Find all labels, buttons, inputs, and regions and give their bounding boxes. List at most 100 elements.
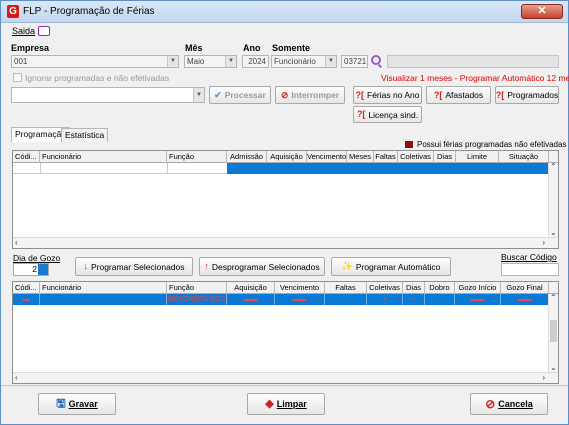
column-header[interactable]: Situação [499, 151, 549, 163]
limpar-button[interactable]: ◆ Limpar [247, 393, 325, 415]
top-grid[interactable]: Códi... Funcionário Função Admissão Aqui… [12, 150, 559, 249]
top-grid-hscroll[interactable]: ‹ › [13, 237, 558, 248]
column-header[interactable]: Códi... [13, 282, 40, 294]
column-header[interactable]: Aquisição [267, 151, 307, 163]
afastados-button[interactable]: ?[ Afastados [426, 86, 491, 104]
column-header[interactable]: Códi... [13, 151, 40, 163]
chevron-right-icon[interactable]: › [542, 373, 545, 383]
column-header[interactable]: Funcionário [40, 151, 167, 163]
programados-label: Programados [507, 90, 559, 100]
interromper-label: Interromper [291, 90, 340, 100]
chevron-down-icon: ▼ [193, 88, 204, 102]
bottom-grid[interactable]: Códi... Funcionário Função Aquisição Ven… [12, 281, 559, 384]
licenca-sind-label: Licença sind. [368, 109, 419, 120]
stop-icon: ⊘ [280, 89, 289, 100]
column-header[interactable]: Coletivas [367, 282, 403, 294]
column-header[interactable]: Dias [403, 282, 425, 294]
desprogramar-selecionados-button[interactable]: ↑ Desprogramar Selecionados [199, 257, 325, 276]
funcionario-code-field[interactable]: 03721 [341, 55, 368, 68]
dia-de-gozo-label: Dia de Gozo [13, 253, 61, 263]
chevron-down-icon: ▼ [167, 56, 178, 67]
chevron-left-icon[interactable]: ‹ [15, 373, 18, 383]
visualizar-note: Visualizar 1 meses - Programar Automátic… [381, 73, 569, 83]
mes-label: Mês [185, 43, 203, 53]
table-row-selected[interactable]: ▬ MOTORISTA ROD ▬▬ ▬▬ ▪ ▪ ▬▬ ▬▬ [13, 294, 549, 305]
legend-swatch [405, 141, 413, 148]
eraser-icon: ◆ [265, 397, 274, 410]
table-row-selected[interactable] [227, 163, 549, 174]
column-header[interactable]: Função [167, 282, 227, 294]
bottom-grid-vscroll[interactable]: ⌃ ⌄ [548, 293, 558, 372]
top-grid-vscroll[interactable]: ⌃ ⌄ [548, 162, 558, 237]
menu-saida[interactable]: Saida [12, 26, 35, 36]
dia-de-gozo-spinner[interactable]: 2 [13, 263, 49, 276]
chat-icon[interactable] [38, 26, 50, 36]
calendar-icon[interactable] [38, 264, 48, 275]
desprogramar-selecionados-label: Desprogramar Selecionados [211, 261, 320, 272]
somente-select[interactable]: Funcionário ▼ [271, 55, 337, 68]
buscar-codigo-input[interactable] [501, 263, 559, 276]
mes-value: Maio [187, 57, 205, 66]
query-icon: ?[ [495, 89, 505, 100]
programar-selecionados-label: Programar Selecionados [90, 261, 185, 272]
cell-gozo-final: ▬▬ [501, 294, 549, 305]
ignorar-label: Ignorar programadas e não efetivadas [25, 73, 170, 83]
column-header[interactable]: Gozo Início [455, 282, 501, 294]
column-header[interactable]: Vencimento [307, 151, 347, 163]
column-header[interactable]: Limite [456, 151, 499, 163]
column-header[interactable]: Função [167, 151, 227, 163]
close-button[interactable]: ✕ [521, 4, 563, 19]
empresa-value: 001 [14, 57, 28, 66]
column-header[interactable]: Faltas [374, 151, 398, 163]
chevron-left-icon[interactable]: ‹ [15, 238, 18, 248]
tab-estatistica[interactable]: Estatística [61, 128, 109, 142]
ferias-no-ano-button[interactable]: ?[ Férias no Ano [353, 86, 422, 104]
chevron-right-icon[interactable]: › [542, 238, 545, 248]
footer-divider [1, 385, 568, 386]
column-header[interactable]: Gozo Final [501, 282, 549, 294]
interromper-button[interactable]: ⊘ Interromper [275, 86, 345, 104]
cell-vencimento: ▬▬ [275, 294, 325, 305]
app-logo-icon: G [7, 5, 19, 18]
chevron-up-icon[interactable]: ⌃ [550, 162, 557, 172]
cell-dobro [425, 294, 455, 305]
check-icon: ✔ [214, 89, 222, 100]
scroll-thumb[interactable] [550, 320, 557, 342]
cell-faltas [325, 294, 367, 305]
query-icon: ?[ [356, 109, 366, 119]
column-header[interactable]: Admissão [227, 151, 267, 163]
cell-funcionario [40, 294, 167, 305]
column-header[interactable]: Dobro [425, 282, 455, 294]
save-icon: 🖫 [56, 397, 66, 410]
query-icon: ?[ [355, 89, 365, 100]
cancela-button[interactable]: ⊘ Cancela [470, 393, 548, 415]
column-header[interactable]: Funcionário [40, 282, 167, 294]
programados-button[interactable]: ?[ Programados [495, 86, 559, 104]
bottom-grid-hscroll[interactable]: ‹ › [13, 372, 558, 383]
ano-field[interactable]: 2024 [242, 55, 269, 68]
column-header[interactable]: Aquisição [227, 282, 275, 294]
licenca-sind-button[interactable]: ?[ Licença sind. [353, 106, 422, 123]
column-header[interactable]: Dias [434, 151, 456, 163]
limpar-label: Limpar [276, 399, 307, 409]
chevron-up-icon[interactable]: ⌃ [550, 293, 557, 303]
column-header[interactable]: Coletivas [398, 151, 434, 163]
gravar-label: Gravar [68, 399, 98, 409]
mes-select[interactable]: Maio ▼ [184, 55, 237, 68]
cell-gozo-inicio: ▬▬ [455, 294, 501, 305]
processar-label: Processar [224, 90, 266, 100]
search-icon[interactable] [371, 55, 381, 65]
empresa-select[interactable]: 001 ▼ [11, 55, 179, 68]
programar-automatico-label: Programar Automático [355, 261, 441, 272]
column-header[interactable]: Faltas [325, 282, 367, 294]
programar-selecionados-button[interactable]: ↓ Programar Selecionados [75, 257, 193, 276]
programar-automatico-button[interactable]: ✨ Programar Automático [331, 257, 451, 276]
query-icon: ?[ [433, 89, 443, 100]
filter-select[interactable]: ▼ [11, 87, 205, 103]
column-header[interactable]: Vencimento [275, 282, 325, 294]
column-header[interactable]: Meses [347, 151, 374, 163]
ignorar-checkbox[interactable] [13, 73, 22, 82]
processar-button[interactable]: ✔ Processar [209, 86, 271, 104]
somente-label: Somente [272, 43, 311, 53]
gravar-button[interactable]: 🖫 Gravar [38, 393, 116, 415]
